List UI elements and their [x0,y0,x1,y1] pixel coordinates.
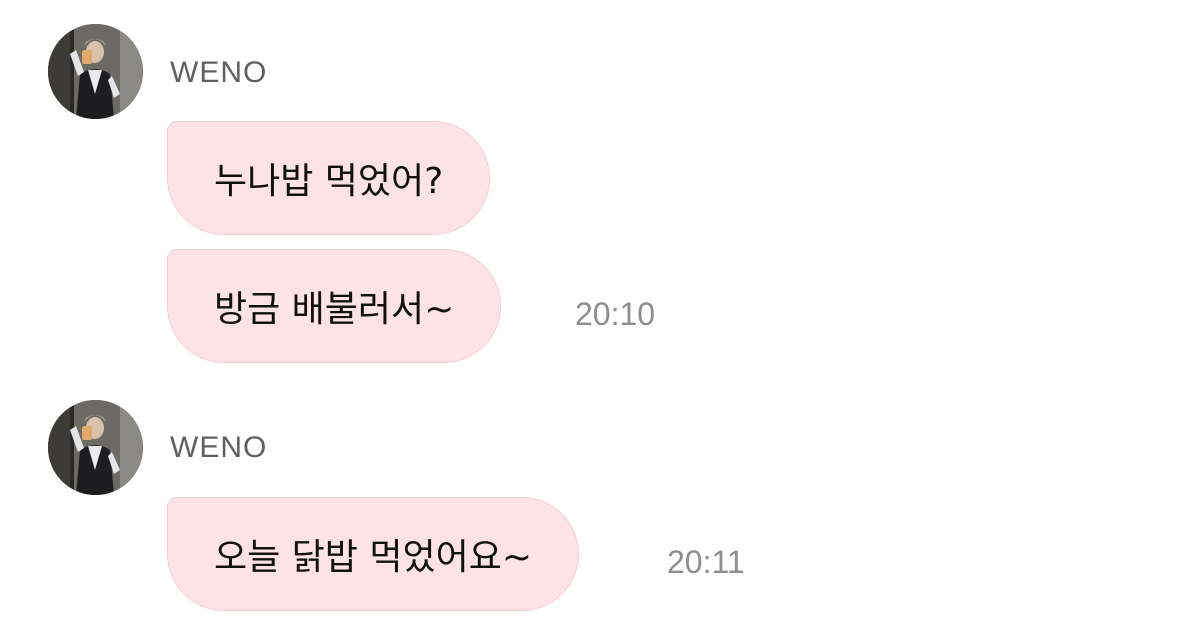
message-timestamp: 20:10 [575,296,656,332]
sender-name: WENO [170,431,268,464]
message-bubble[interactable]: 방금 배불러서~ [167,249,502,363]
profile-photo-icon [48,24,143,119]
message-bubble[interactable]: 누나밥 먹었어? [167,121,491,235]
profile-photo-icon [48,400,143,495]
message-timestamp: 20:11 [667,544,745,580]
message-bubble[interactable]: 오늘 닭밥 먹었어요~ [167,497,580,611]
sender-name: WENO [170,56,268,89]
avatar[interactable] [48,400,143,495]
avatar[interactable] [48,24,143,119]
